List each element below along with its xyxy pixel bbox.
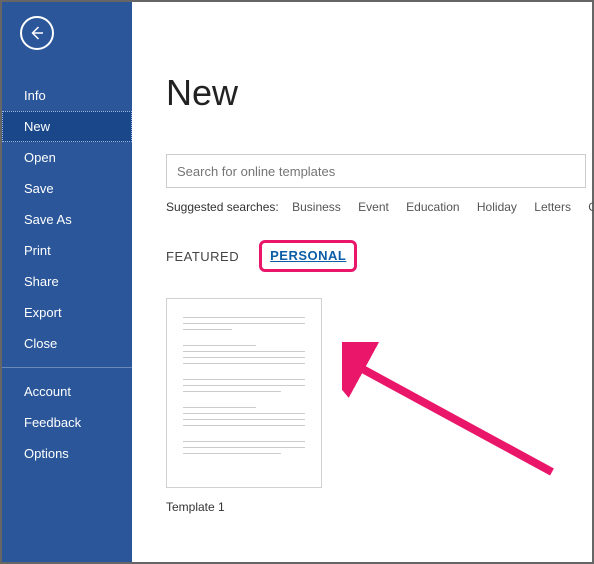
nav-options[interactable]: Options [2, 438, 132, 469]
nav-save-as[interactable]: Save As [2, 204, 132, 235]
page-title: New [166, 72, 592, 114]
suggested-education[interactable]: Education [406, 200, 459, 214]
nav-info[interactable]: Info [2, 80, 132, 111]
back-arrow-icon [28, 24, 46, 42]
suggested-more[interactable]: Ca [588, 200, 594, 214]
template-tile[interactable]: Template 1 [166, 298, 322, 514]
nav-export[interactable]: Export [2, 297, 132, 328]
suggested-event[interactable]: Event [358, 200, 389, 214]
template-thumbnail [166, 298, 322, 488]
nav-print[interactable]: Print [2, 235, 132, 266]
back-button[interactable] [20, 16, 54, 50]
nav-close[interactable]: Close [2, 328, 132, 359]
suggested-letters[interactable]: Letters [534, 200, 571, 214]
template-name: Template 1 [166, 500, 322, 514]
suggested-label: Suggested searches: [166, 200, 279, 214]
suggested-holiday[interactable]: Holiday [477, 200, 517, 214]
template-search-input[interactable] [166, 154, 586, 188]
suggested-business[interactable]: Business [292, 200, 341, 214]
suggested-searches: Suggested searches: Business Event Educa… [166, 200, 592, 214]
nav-open[interactable]: Open [2, 142, 132, 173]
tab-featured[interactable]: FEATURED [166, 249, 239, 264]
nav-new[interactable]: New [2, 111, 132, 142]
main-panel: New Suggested searches: Business Event E… [132, 2, 592, 562]
annotation-highlight: PERSONAL [259, 240, 357, 272]
nav-divider [2, 367, 132, 368]
nav-save[interactable]: Save [2, 173, 132, 204]
tab-personal[interactable]: PERSONAL [270, 248, 346, 263]
backstage-sidebar: Info New Open Save Save As Print Share E… [2, 2, 132, 562]
nav-feedback[interactable]: Feedback [2, 407, 132, 438]
template-category-tabs: FEATURED PERSONAL [166, 240, 592, 272]
nav-share[interactable]: Share [2, 266, 132, 297]
nav-account[interactable]: Account [2, 376, 132, 407]
